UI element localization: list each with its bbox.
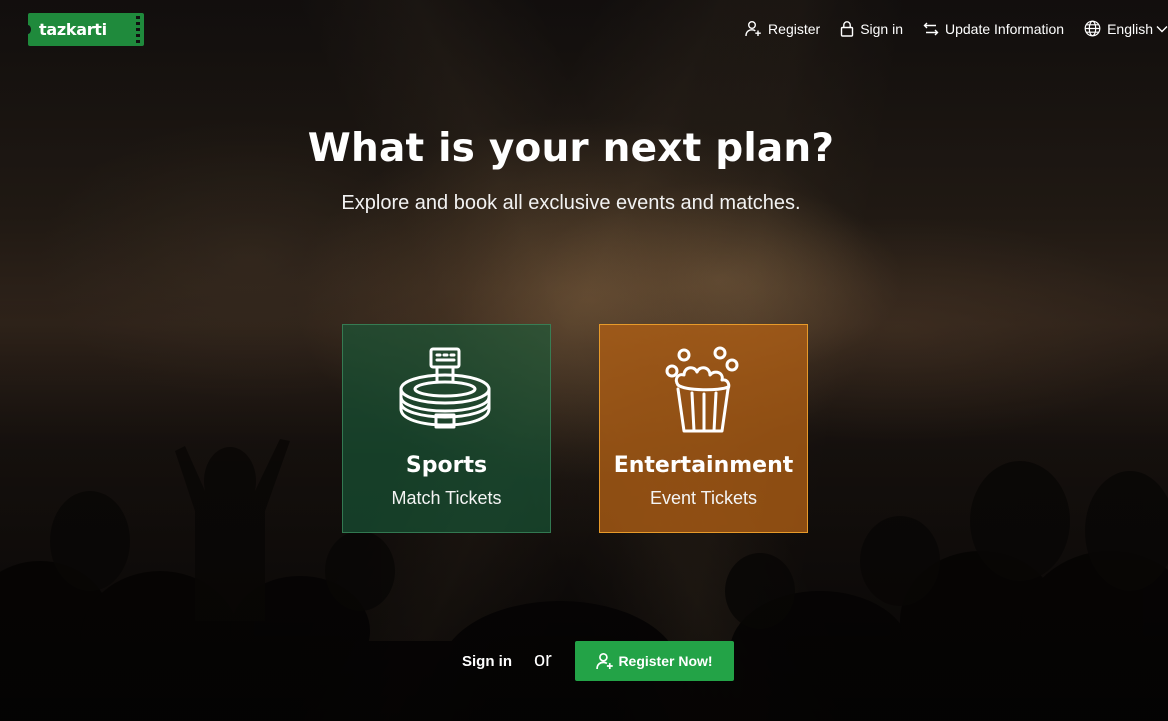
- entertainment-card[interactable]: Entertainment Event Tickets: [599, 324, 808, 533]
- nav-sign-in[interactable]: Sign in: [840, 20, 903, 37]
- top-nav: Register Sign in Update Information Engl…: [725, 20, 1168, 37]
- swap-arrows-icon: [923, 22, 939, 35]
- nav-update-information-label: Update Information: [945, 20, 1065, 37]
- popcorn-icon: [665, 346, 738, 433]
- landing-page: tazkarti Register Sign in Update Informa…: [0, 0, 1168, 721]
- sports-card-subtitle: Match Tickets: [391, 488, 502, 508]
- register-now-label: Register Now!: [618, 653, 713, 669]
- nav-register[interactable]: Register: [745, 20, 820, 37]
- tazkarti-logo[interactable]: tazkarti: [25, 13, 144, 46]
- entertainment-card-title: Entertainment: [613, 453, 794, 478]
- globe-icon: [1084, 20, 1101, 37]
- entertainment-card-subtitle: Event Tickets: [649, 488, 758, 508]
- hero-subtitle: Explore and book all exclusive events an…: [341, 192, 801, 214]
- or-separator: or: [534, 649, 552, 671]
- logo-text: tazkarti: [39, 20, 107, 39]
- chevron-down-icon: [1156, 25, 1168, 32]
- nav-register-label: Register: [768, 20, 821, 37]
- lock-icon: [840, 21, 854, 37]
- nav-update-information[interactable]: Update Information: [923, 21, 1064, 37]
- language-label: English: [1107, 20, 1153, 37]
- register-now-button[interactable]: Register Now!: [575, 641, 734, 681]
- sports-card[interactable]: Sports Match Tickets: [342, 324, 551, 533]
- stadium-icon: [399, 347, 490, 429]
- bottom-actions: Sign in or Register Now!: [0, 641, 1168, 681]
- language-selector[interactable]: English: [1084, 20, 1168, 37]
- user-plus-icon: [745, 21, 761, 37]
- user-plus-icon: [596, 652, 614, 670]
- hero-title: What is your next plan?: [307, 126, 835, 171]
- nav-sign-in-label: Sign in: [860, 20, 903, 37]
- bottom-sign-in-link[interactable]: Sign in: [462, 653, 512, 670]
- site-header: tazkarti Register Sign in Update Informa…: [0, 0, 1168, 60]
- sports-card-title: Sports: [405, 453, 488, 478]
